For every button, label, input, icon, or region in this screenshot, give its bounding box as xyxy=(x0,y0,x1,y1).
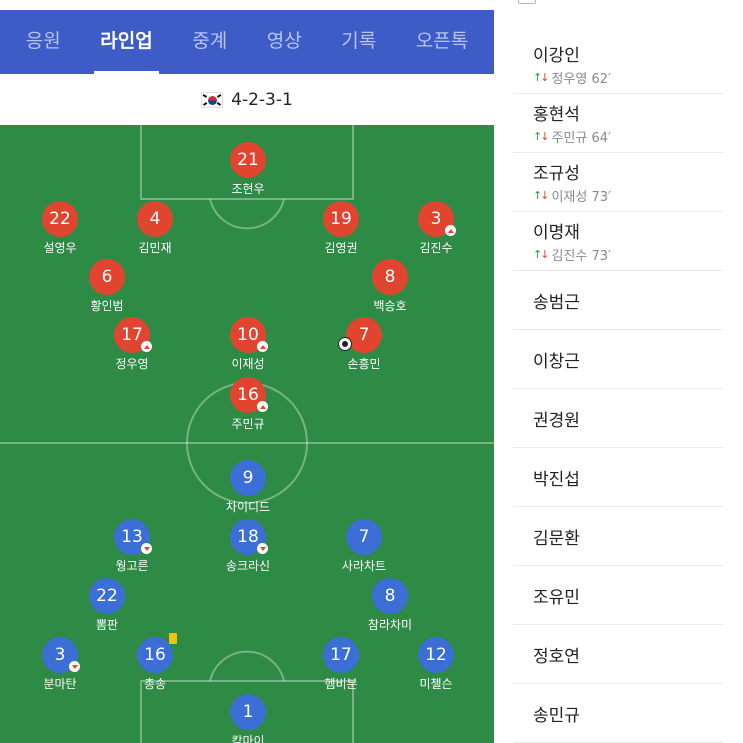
bench-player-name: 송범근 xyxy=(533,292,580,313)
player-name: 미첼슨 xyxy=(419,677,453,691)
tab-video[interactable]: 영상 xyxy=(261,10,308,74)
bench-panel: 이강인 ↑↓ 정우영 62′ 홍현석 ↑↓ 주민규 64′ 조규성 ↑↓ 이재성… xyxy=(513,0,743,743)
player-name: 백승호 xyxy=(373,299,407,313)
player-number: 4 xyxy=(137,201,173,237)
tab-broadcast[interactable]: 중계 xyxy=(186,10,233,74)
goal-ball-icon xyxy=(338,337,352,351)
substitution-arrows-icon: ↑↓ xyxy=(533,71,550,84)
bench-player[interactable]: 조유민 xyxy=(513,566,723,625)
player-number: 19 xyxy=(323,201,359,237)
player-name: 설영우 xyxy=(43,241,77,255)
player-number: 22 xyxy=(89,578,125,614)
substitution-info: ↑↓ 김진수 73′ xyxy=(533,245,723,264)
player-number: 8 xyxy=(372,578,408,614)
bench-player-name: 이강인 xyxy=(533,46,580,66)
substituted-out-icon xyxy=(69,661,80,672)
substitution-info: ↑↓ 이재성 73′ xyxy=(533,186,723,205)
substitution-info: ↑↓ 주민규 64′ xyxy=(533,127,723,146)
bench-player[interactable]: 송민규 xyxy=(513,684,723,743)
bench-player[interactable]: 박진섭 xyxy=(513,448,723,507)
bench-player-name: 박진섭 xyxy=(533,469,580,490)
player-name: 이재성 xyxy=(231,357,265,371)
tab-cheer[interactable]: 응원 xyxy=(20,10,67,74)
bench-player[interactable]: 권경원 xyxy=(513,389,723,448)
bench-player-name: 권경원 xyxy=(533,410,580,431)
lineup-panel: 응원 라인업 중계 영상 기록 오픈톡 4-2-3-1 21 조현우 22 설영… xyxy=(0,0,494,743)
substituted-out-icon xyxy=(257,401,268,412)
substitution-arrows-icon: ↑↓ xyxy=(533,130,550,143)
bench-player-name: 홍현석 xyxy=(533,105,580,125)
substitution-detail: 이재성 73′ xyxy=(551,190,611,205)
bench-header-icon xyxy=(518,0,536,4)
bench-player-name: 송민규 xyxy=(533,705,580,726)
player-name: 주민규 xyxy=(231,417,265,431)
bench-player[interactable]: 송범근 xyxy=(513,271,723,330)
player-name: 김진수 xyxy=(419,241,453,255)
bench-player[interactable]: 홍현석 ↑↓ 주민규 64′ xyxy=(513,94,723,153)
bench-player[interactable]: 김문환 xyxy=(513,507,723,566)
player-name: 손흥민 xyxy=(347,357,381,371)
tab-open-talk[interactable]: 오픈톡 xyxy=(410,10,474,74)
substituted-out-icon xyxy=(257,543,268,554)
player-number: 7 xyxy=(346,317,382,353)
player-name: 웡고른 xyxy=(115,559,149,573)
player-name: 분마탄 xyxy=(43,677,77,691)
player-number: 1 xyxy=(230,694,266,730)
player-number: 12 xyxy=(418,637,454,673)
player-number: 6 xyxy=(89,259,125,295)
player-number: 7 xyxy=(346,519,382,555)
player-name: 총송 xyxy=(143,677,167,691)
bench-player[interactable]: 정호연 xyxy=(513,625,723,684)
bench-header xyxy=(518,0,536,6)
player-number: 17 xyxy=(323,637,359,673)
tab-bar: 응원 라인업 중계 영상 기록 오픈톡 xyxy=(0,10,494,74)
bench-player[interactable]: 이창근 xyxy=(513,330,723,389)
substituted-out-icon xyxy=(141,341,152,352)
bench-player-name: 조규성 xyxy=(533,164,580,184)
player-name: 사라차트 xyxy=(341,559,387,573)
bench-player-name: 이명재 xyxy=(533,223,580,243)
south-korea-flag-icon xyxy=(201,91,224,108)
pitch: 21 조현우 22 설영우 4 김민재 19 김영권 3 김진수 6 황인범 8… xyxy=(0,125,494,743)
player-name: 김민재 xyxy=(138,241,172,255)
player-name: 캄마이 xyxy=(231,734,265,743)
player-name: 정우영 xyxy=(115,357,149,371)
substituted-out-icon xyxy=(445,225,456,236)
player-name: 조현우 xyxy=(231,182,265,196)
player-name: 헴비분 xyxy=(324,677,358,691)
bench-player-name: 김문환 xyxy=(533,528,580,549)
bench-player-name: 이창근 xyxy=(533,351,580,372)
substitution-detail: 정우영 62′ xyxy=(551,72,611,87)
formation-header: 4-2-3-1 xyxy=(0,74,494,125)
player-name: 참라차미 xyxy=(367,618,413,632)
bench-player[interactable]: 조규성 ↑↓ 이재성 73′ xyxy=(513,153,723,212)
bench-player[interactable]: 이명재 ↑↓ 김진수 73′ xyxy=(513,212,723,271)
bench-player[interactable]: 이강인 ↑↓ 정우영 62′ xyxy=(513,35,723,94)
bench-player-name: 조유민 xyxy=(533,587,580,608)
player-name: 송크라신 xyxy=(225,559,271,573)
substituted-out-icon xyxy=(257,341,268,352)
player-number: 22 xyxy=(42,201,78,237)
substitution-arrows-icon: ↑↓ xyxy=(533,189,550,202)
bench-player-name: 정호연 xyxy=(533,646,580,667)
tab-records[interactable]: 기록 xyxy=(335,10,382,74)
player-number: 8 xyxy=(372,259,408,295)
player-name: 김영권 xyxy=(324,241,358,255)
player-name: 차이디드 xyxy=(225,500,271,514)
player-number: 9 xyxy=(230,460,266,496)
formation-text: 4-2-3-1 xyxy=(231,89,293,110)
player-number: 21 xyxy=(230,142,266,178)
bench-list: 이강인 ↑↓ 정우영 62′ 홍현석 ↑↓ 주민규 64′ 조규성 ↑↓ 이재성… xyxy=(513,35,723,743)
player-name: 황인범 xyxy=(90,299,124,313)
substitution-detail: 주민규 64′ xyxy=(551,131,611,146)
lineup-screen: 응원 라인업 중계 영상 기록 오픈톡 4-2-3-1 21 조현우 22 설영… xyxy=(0,0,743,743)
substitution-info: ↑↓ 정우영 62′ xyxy=(533,68,723,87)
substituted-out-icon xyxy=(141,543,152,554)
tab-lineup[interactable]: 라인업 xyxy=(94,10,160,74)
substitution-arrows-icon: ↑↓ xyxy=(533,248,550,261)
player-number: 16 xyxy=(137,637,173,673)
substitution-detail: 김진수 73′ xyxy=(551,249,611,264)
player-name: 뽐판 xyxy=(95,618,119,632)
yellow-card-icon xyxy=(169,633,177,644)
